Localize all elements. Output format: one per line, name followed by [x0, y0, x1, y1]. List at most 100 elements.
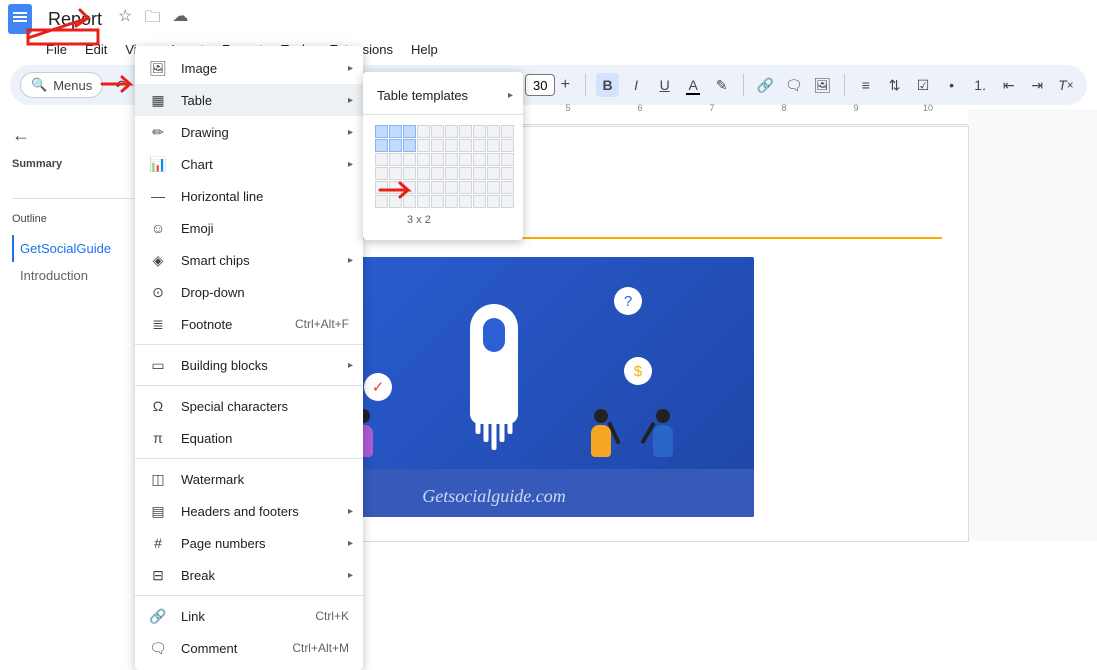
- checklist-button[interactable]: ☑: [912, 73, 935, 97]
- increase-indent-button[interactable]: ⇥: [1026, 73, 1049, 97]
- grid-cell[interactable]: [445, 167, 458, 180]
- grid-cell[interactable]: [473, 153, 486, 166]
- insert-chips-item[interactable]: ◈Smart chips▸: [135, 244, 363, 276]
- grid-cell[interactable]: [487, 139, 500, 152]
- insert-dropdown-item[interactable]: ⊙Drop-down: [135, 276, 363, 308]
- grid-cell[interactable]: [431, 153, 444, 166]
- grid-cell[interactable]: [431, 167, 444, 180]
- grid-cell[interactable]: [501, 153, 514, 166]
- insert-drawing-item[interactable]: ✏Drawing▸: [135, 116, 363, 148]
- grid-cell[interactable]: [417, 153, 430, 166]
- highlight-button[interactable]: ✎: [710, 73, 733, 97]
- align-button[interactable]: ≡: [855, 73, 878, 97]
- grid-cell[interactable]: [445, 139, 458, 152]
- grid-cell[interactable]: [501, 167, 514, 180]
- grid-cell[interactable]: [403, 153, 416, 166]
- insert-headers-item[interactable]: ▤Headers and footers▸: [135, 495, 363, 527]
- grid-cell[interactable]: [473, 139, 486, 152]
- grid-cell[interactable]: [445, 153, 458, 166]
- move-icon[interactable]: 🗀: [144, 6, 160, 33]
- grid-cell[interactable]: [403, 125, 416, 138]
- grid-cell[interactable]: [431, 125, 444, 138]
- grid-cell[interactable]: [417, 139, 430, 152]
- grid-cell[interactable]: [487, 181, 500, 194]
- insert-blocks-item[interactable]: ▭Building blocks▸: [135, 349, 363, 381]
- grid-cell[interactable]: [473, 181, 486, 194]
- search-menus[interactable]: 🔍 Menus: [20, 72, 103, 98]
- italic-button[interactable]: I: [625, 73, 648, 97]
- grid-cell[interactable]: [487, 125, 500, 138]
- grid-cell[interactable]: [389, 139, 402, 152]
- grid-cell[interactable]: [459, 195, 472, 208]
- decrease-indent-button[interactable]: ⇤: [997, 73, 1020, 97]
- insert-link-item[interactable]: 🔗LinkCtrl+K: [135, 600, 363, 632]
- grid-cell[interactable]: [445, 125, 458, 138]
- insert-watermark-item[interactable]: ◫Watermark: [135, 463, 363, 495]
- grid-cell[interactable]: [431, 195, 444, 208]
- grid-cell[interactable]: [389, 153, 402, 166]
- grid-cell[interactable]: [459, 181, 472, 194]
- grid-cell[interactable]: [459, 139, 472, 152]
- grid-cell[interactable]: [459, 125, 472, 138]
- font-size-increase[interactable]: +: [555, 73, 575, 97]
- grid-cell[interactable]: [417, 167, 430, 180]
- cloud-status-icon[interactable]: ☁: [172, 6, 188, 33]
- grid-cell[interactable]: [501, 181, 514, 194]
- grid-cell[interactable]: [487, 153, 500, 166]
- insert-break-item[interactable]: ⊟Break▸: [135, 559, 363, 591]
- insert-footnote-item[interactable]: ≣FootnoteCtrl+Alt+F: [135, 308, 363, 340]
- insert-pi-item[interactable]: πEquation: [135, 422, 363, 454]
- insert-emoji-item[interactable]: ☺Emoji: [135, 212, 363, 244]
- grid-cell[interactable]: [417, 125, 430, 138]
- grid-cell[interactable]: [473, 167, 486, 180]
- insert-image-item[interactable]: 🖼Image▸: [135, 52, 363, 84]
- grid-cell[interactable]: [473, 125, 486, 138]
- outline-item-getsocialguide[interactable]: GetSocialGuide: [12, 235, 148, 262]
- font-size-input[interactable]: 30: [525, 74, 555, 96]
- numbered-list-button[interactable]: 1.: [969, 73, 992, 97]
- insert-chart-item[interactable]: 📊Chart▸: [135, 148, 363, 180]
- grid-cell[interactable]: [375, 153, 388, 166]
- insert-image-button[interactable]: 🖼: [811, 73, 834, 97]
- insert-omega-item[interactable]: ΩSpecial characters: [135, 390, 363, 422]
- grid-cell[interactable]: [501, 139, 514, 152]
- bold-button[interactable]: B: [596, 73, 619, 97]
- grid-cell[interactable]: [389, 125, 402, 138]
- table-templates-item[interactable]: Table templates ▸: [363, 80, 523, 110]
- chevron-right-icon: ▸: [348, 506, 353, 517]
- line-spacing-button[interactable]: ⇅: [883, 73, 906, 97]
- insert-link-button[interactable]: 🔗: [754, 73, 777, 97]
- clear-formatting-button[interactable]: T×: [1055, 73, 1078, 97]
- grid-cell[interactable]: [431, 181, 444, 194]
- grid-cell[interactable]: [459, 167, 472, 180]
- grid-cell[interactable]: [389, 167, 402, 180]
- grid-cell[interactable]: [417, 195, 430, 208]
- grid-cell[interactable]: [417, 181, 430, 194]
- grid-cell[interactable]: [487, 167, 500, 180]
- grid-cell[interactable]: [375, 167, 388, 180]
- text-color-button[interactable]: A: [682, 73, 705, 97]
- bulleted-list-button[interactable]: •: [940, 73, 963, 97]
- grid-cell[interactable]: [445, 195, 458, 208]
- grid-cell[interactable]: [403, 139, 416, 152]
- grid-cell[interactable]: [487, 195, 500, 208]
- grid-cell[interactable]: [445, 181, 458, 194]
- grid-cell[interactable]: [375, 139, 388, 152]
- grid-cell[interactable]: [403, 167, 416, 180]
- menu-help[interactable]: Help: [403, 38, 446, 61]
- add-comment-button[interactable]: 🗨: [783, 73, 806, 97]
- insert-table-item[interactable]: ▦Table▸: [135, 84, 363, 116]
- insert-pagenum-item[interactable]: #Page numbers▸: [135, 527, 363, 559]
- underline-button[interactable]: U: [653, 73, 676, 97]
- grid-cell[interactable]: [459, 153, 472, 166]
- grid-cell[interactable]: [501, 195, 514, 208]
- grid-cell[interactable]: [431, 139, 444, 152]
- insert-hr-item[interactable]: —Horizontal line: [135, 180, 363, 212]
- grid-cell[interactable]: [375, 125, 388, 138]
- star-icon[interactable]: ☆: [118, 6, 132, 33]
- insert-comment-item[interactable]: 🗨CommentCtrl+Alt+M: [135, 632, 363, 664]
- outline-item-introduction[interactable]: Introduction: [12, 262, 148, 289]
- collapse-outline-icon[interactable]: ←: [12, 125, 148, 146]
- grid-cell[interactable]: [501, 125, 514, 138]
- grid-cell[interactable]: [473, 195, 486, 208]
